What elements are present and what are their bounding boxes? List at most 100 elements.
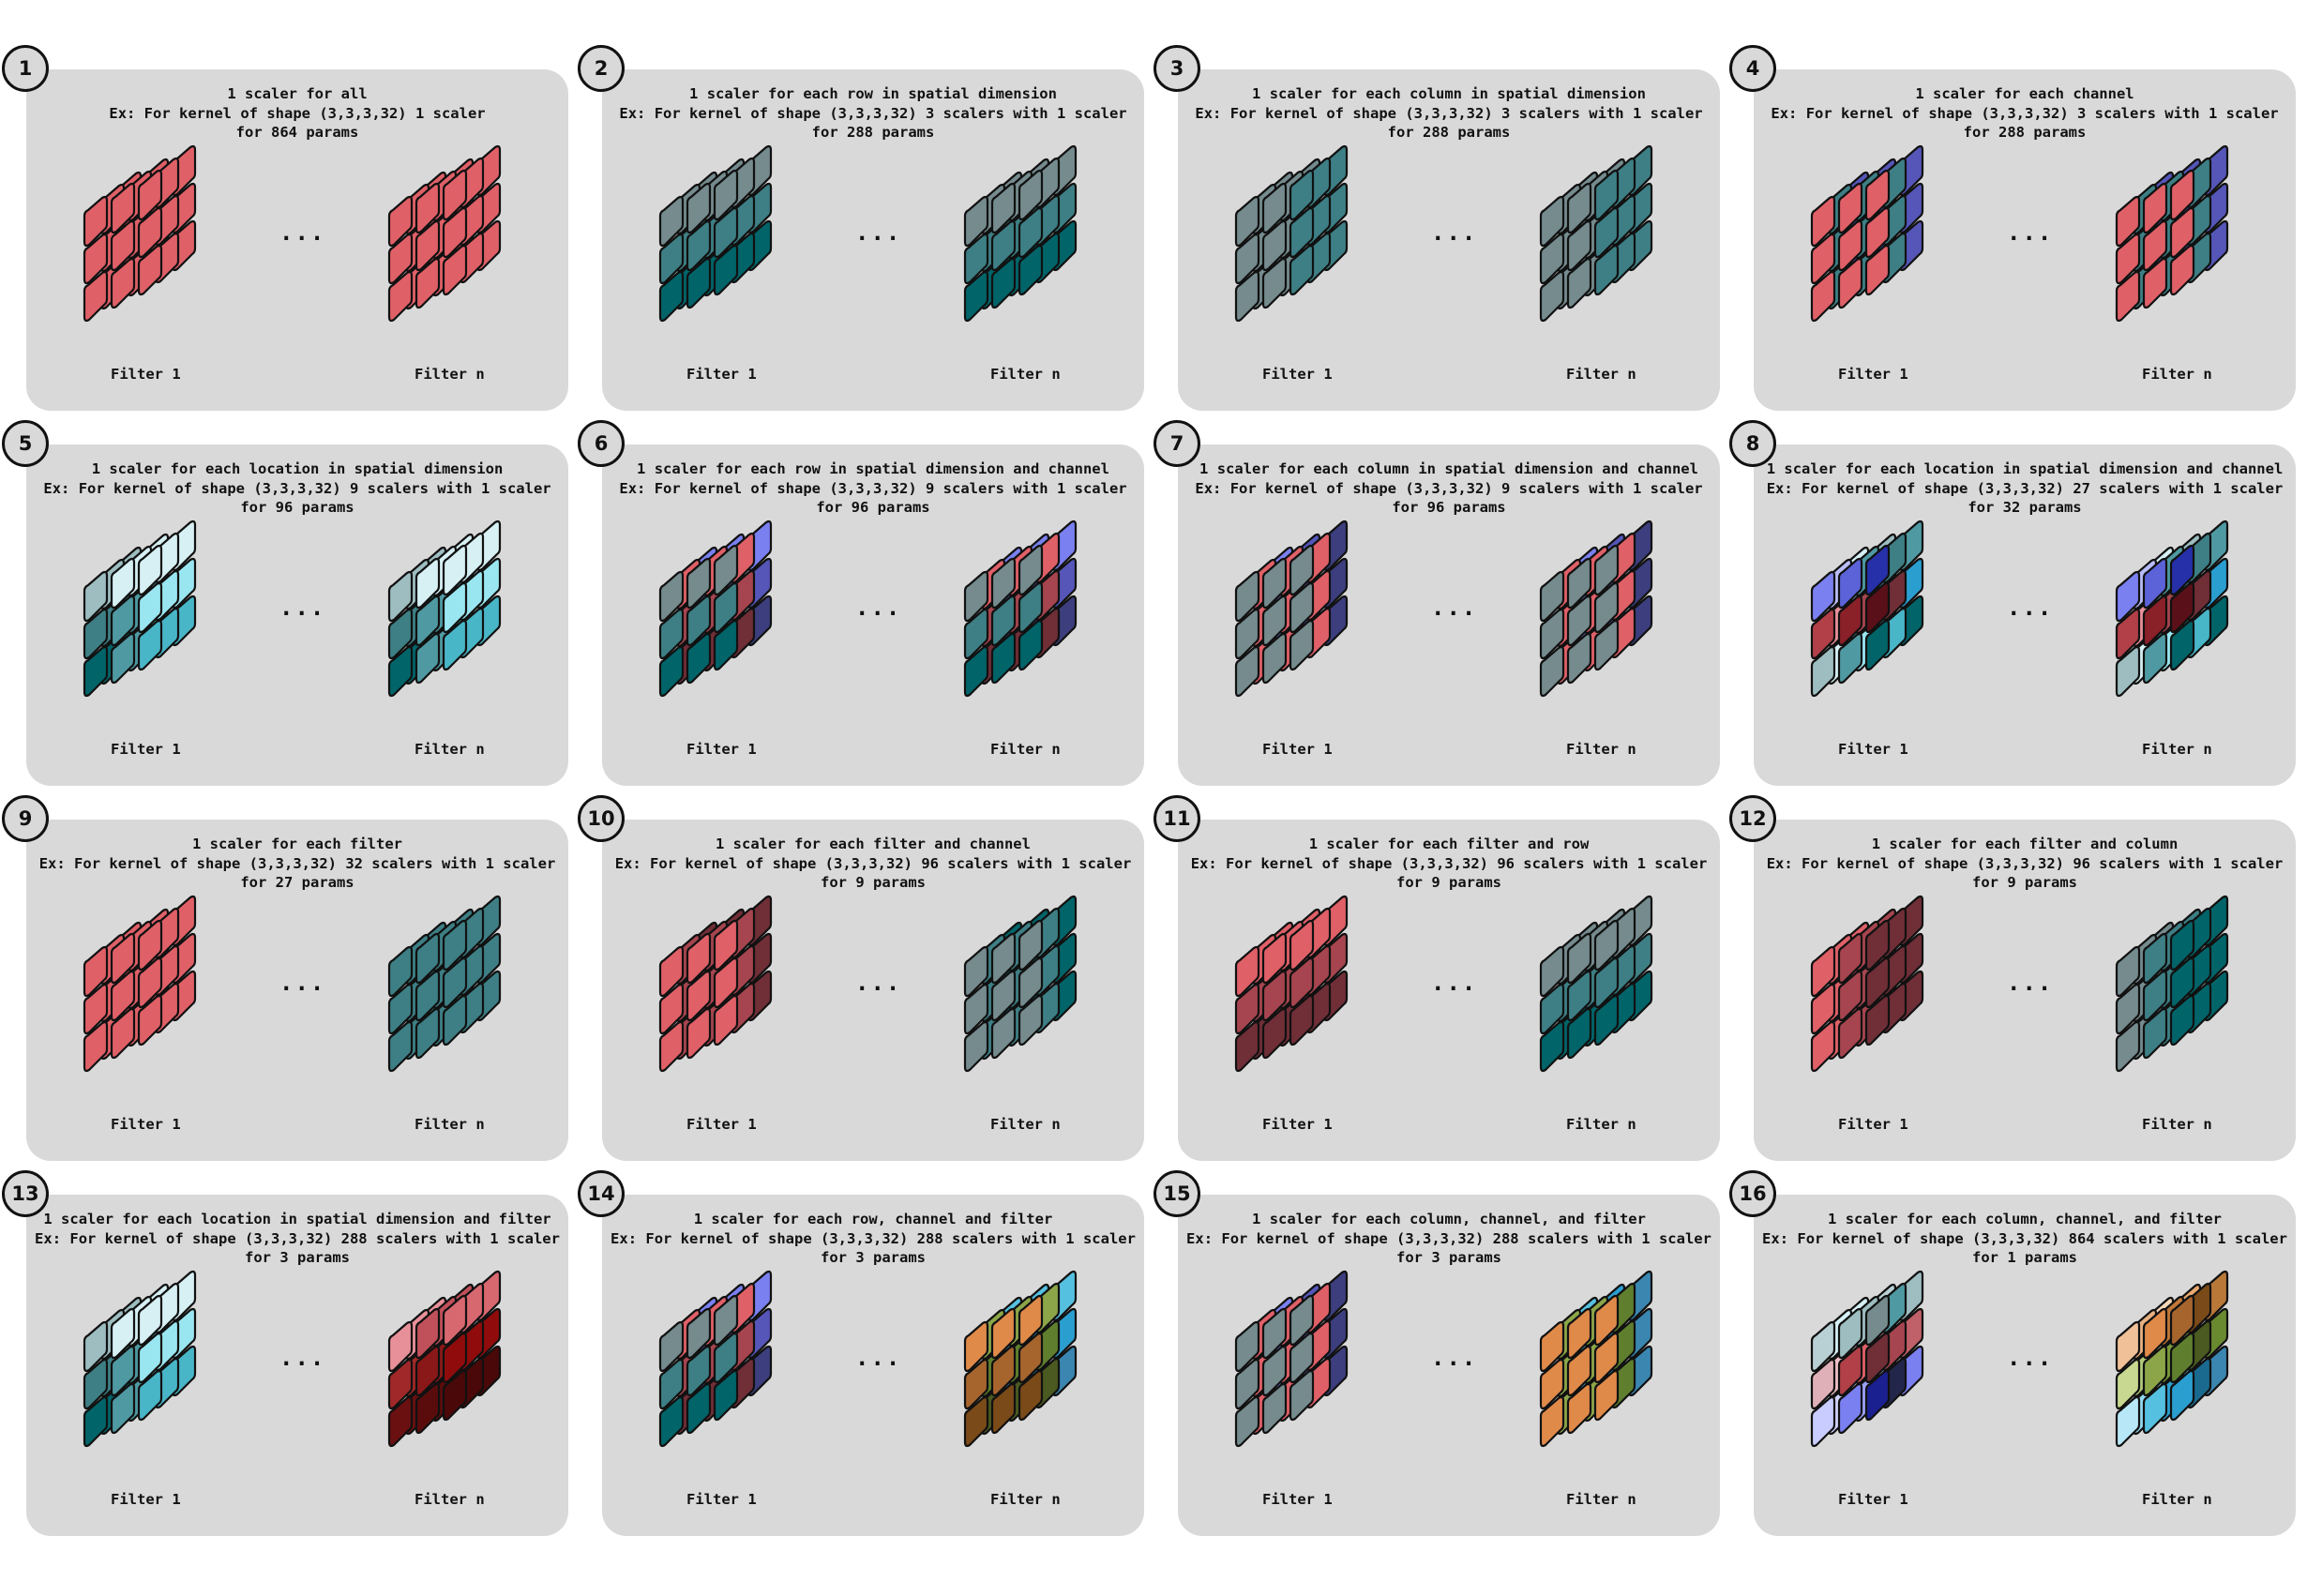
ellipsis: ... [855,595,902,621]
filter-1-kernel [658,895,773,1073]
filter-n-label: Filter n [1566,741,1636,758]
filter-n-kernel [2115,895,2229,1073]
filter-1-kernel [1810,1270,1924,1448]
description-line: 1 scaler for each column, channel, and f… [1828,1211,2222,1227]
filter-1-kernel [658,144,773,323]
filter-1-label: Filter 1 [111,1491,181,1508]
filter-n-label: Filter n [2142,366,2212,383]
filter-1-kernel [1810,144,1924,323]
panel-number-badge: 14 [578,1170,625,1217]
description-line: Ex: For kernel of shape (3,3,3,32) 288 s… [611,1229,1136,1247]
filter-1-kernel [658,1270,773,1448]
scaler-panel-2: 1 scaler for each row in spatial dimensi… [602,69,1144,411]
scaler-panel-16: 1 scaler for each column, channel, and f… [1754,1195,2296,1536]
ellipsis: ... [1431,595,1478,621]
scaler-panel-6: 1 scaler for each row in spatial dimensi… [602,444,1144,786]
panel-number-badge: 9 [2,795,49,842]
panel-number-badge: 4 [1729,45,1776,92]
panel-description: 1 scaler for each row in spatial dimensi… [602,459,1144,518]
filter-1-kernel [1810,895,1924,1073]
filter-n-label: Filter n [1566,1491,1636,1508]
scaler-panel-12: 1 scaler for each filter and column Ex: F… [1754,820,2296,1161]
filter-n-label: Filter n [2142,741,2212,758]
description-line: Ex: For kernel of shape (3,3,3,32) 864 s… [1762,1229,2287,1247]
filter-n-label: Filter n [1566,1116,1636,1133]
filter-1-label: Filter 1 [686,1491,757,1508]
scaler-panel-7: 1 scaler for each column in spatial dime… [1178,444,1720,786]
filter-n-kernel [387,1270,502,1448]
description-line: 1 scaler for each row in spatial dimensi… [637,460,1109,477]
filter-1-label: Filter 1 [686,741,757,758]
description-line: Ex: For kernel of shape (3,3,3,32) 9 sca… [619,479,1127,497]
description-line: Ex: For kernel of shape (3,3,3,32) 96 sc… [614,854,1132,872]
ellipsis: ... [279,595,326,621]
panel-number-badge: 15 [1154,1170,1200,1217]
filter-n-kernel [2115,1270,2229,1448]
scaler-panel-9: 1 scaler for each filter Ex: For kernel o… [26,820,568,1161]
panel-description: 1 scaler for each column, channel, and f… [1754,1210,2296,1268]
filter-1-kernel [83,144,197,323]
filter-1-label: Filter 1 [1262,1116,1333,1133]
filter-n-kernel [387,519,502,698]
filter-n-kernel [963,144,1078,323]
scaler-panel-3: 1 scaler for each column in spatial dime… [1178,69,1720,411]
filter-1-kernel [83,895,197,1073]
scaler-panel-1: 1 scaler for all Ex: For kernel of shape … [26,69,568,411]
panel-description: 1 scaler for each filter and column Ex: F… [1754,835,2296,893]
ellipsis: ... [279,970,326,996]
panel-description: 1 scaler for each row, channel and filte… [602,1210,1144,1268]
description-line: 1 scaler for each column in spatial dime… [1199,460,1698,477]
panel-number-badge: 12 [1729,795,1776,842]
filter-1-label: Filter 1 [111,366,181,383]
filter-n-kernel [387,895,502,1073]
filter-n-label: Filter n [415,366,485,383]
ellipsis: ... [2007,595,2054,621]
ellipsis: ... [2007,970,2054,996]
filter-1-kernel [658,519,773,698]
panel-description: 1 scaler for each filter and row Ex: For … [1178,835,1720,893]
description-line: 1 scaler for each row in spatial dimensi… [689,85,1057,102]
filter-1-label: Filter 1 [686,1116,757,1133]
filter-n-kernel [387,144,502,323]
scaler-panel-8: 1 scaler for each location in spatial di… [1754,444,2296,786]
filter-n-kernel [1539,144,1653,323]
scaler-panel-14: 1 scaler for each row, channel and filte… [602,1195,1144,1536]
scaler-panel-10: 1 scaler for each filter and channel Ex: … [602,820,1144,1161]
description-line: 1 scaler for each row, channel and filte… [693,1211,1053,1227]
description-line: Ex: For kernel of shape (3,3,3,32) 288 s… [1186,1229,1711,1247]
description-line: 1 scaler for all [227,85,368,102]
filter-n-label: Filter n [415,1491,485,1508]
filter-1-label: Filter 1 [1262,366,1333,383]
filter-n-kernel [1539,519,1653,698]
filter-1-label: Filter 1 [1838,366,1908,383]
filter-1-label: Filter 1 [686,366,757,383]
panel-number-badge: 1 [2,45,49,92]
filter-n-label: Filter n [990,1491,1061,1508]
description-line: Ex: For kernel of shape (3,3,3,32) 9 sca… [1195,479,1703,497]
panel-number-badge: 13 [2,1170,49,1217]
description-line: Ex: For kernel of shape (3,3,3,32) 1 sca… [109,104,486,122]
filter-n-kernel [963,1270,1078,1448]
panel-description: 1 scaler for all Ex: For kernel of shape … [26,84,568,143]
filter-1-label: Filter 1 [1262,741,1333,758]
description-line: 1 scaler for each column in spatial dime… [1252,85,1646,102]
ellipsis: ... [855,219,902,246]
filter-n-kernel [963,519,1078,698]
panel-number-badge: 2 [578,45,625,92]
panel-description: 1 scaler for each row in spatial dimensi… [602,84,1144,143]
filter-n-label: Filter n [2142,1491,2212,1508]
filter-1-kernel [1234,144,1349,323]
panel-description: 1 scaler for each column, channel, and f… [1178,1210,1720,1268]
filter-1-label: Filter 1 [1838,1491,1908,1508]
panel-description: 1 scaler for each location in spatial di… [1754,459,2296,518]
description-line: Ex: For kernel of shape (3,3,3,32) 96 sc… [1190,854,1708,872]
filter-n-label: Filter n [1566,366,1636,383]
scaler-panel-11: 1 scaler for each filter and row Ex: For … [1178,820,1720,1161]
panel-description: 1 scaler for each filter and channel Ex: … [602,835,1144,893]
description-line: 1 scaler for each location in spatial di… [43,1211,551,1227]
scaler-panel-13: 1 scaler for each location in spatial di… [26,1195,568,1536]
description-line: 1 scaler for each channel [1915,85,2134,102]
panel-description: 1 scaler for each location in spatial di… [26,459,568,518]
description-line: Ex: For kernel of shape (3,3,3,32) 3 sca… [1195,104,1703,122]
description-line: 1 scaler for each location in spatial di… [91,460,504,477]
